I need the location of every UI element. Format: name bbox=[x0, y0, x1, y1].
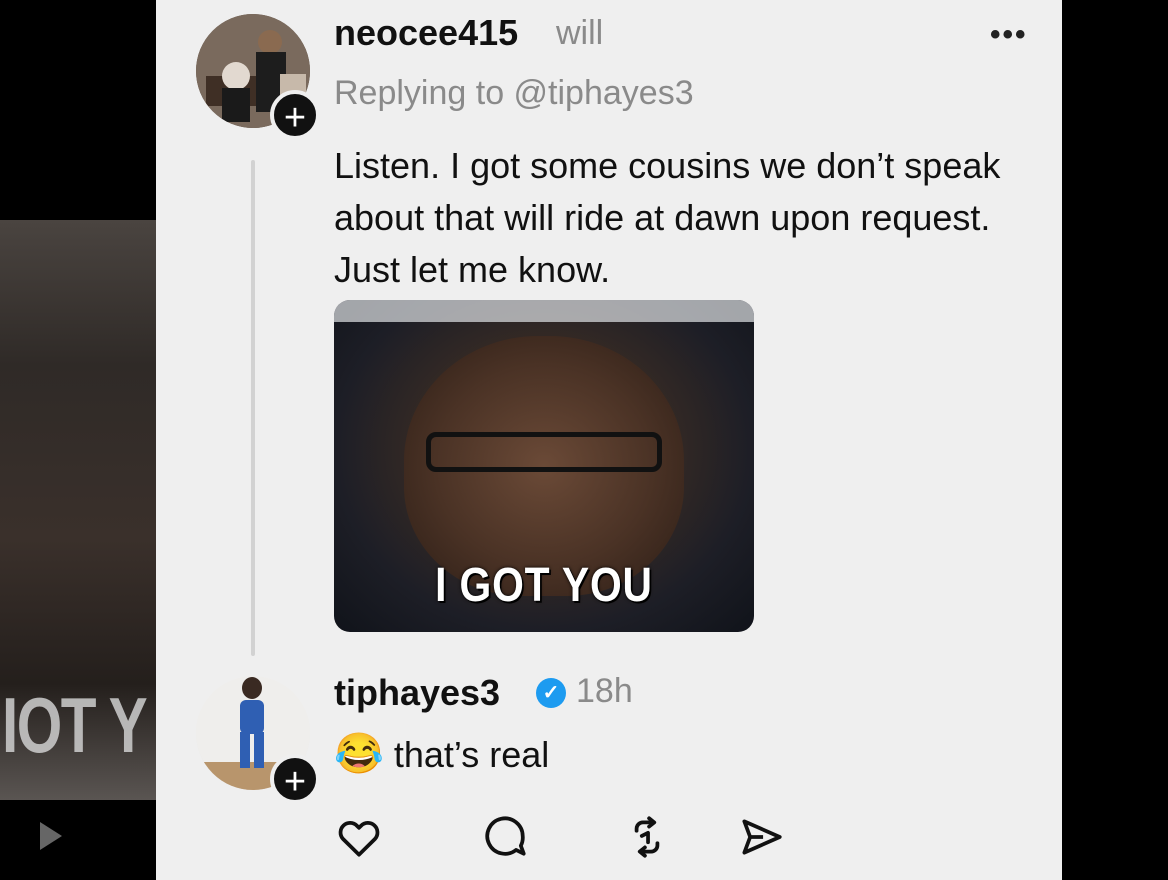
post-username[interactable]: neocee415 bbox=[334, 12, 518, 54]
follow-plus-icon[interactable]: + bbox=[270, 90, 320, 140]
follow-plus-icon[interactable]: + bbox=[270, 754, 320, 804]
blurred-caption-text: IOT Y bbox=[2, 681, 148, 769]
media-caption: I GOT YOU bbox=[435, 559, 653, 612]
share-icon[interactable] bbox=[736, 812, 786, 862]
media-glasses bbox=[426, 432, 662, 472]
verified-badge-icon: ✓ bbox=[536, 678, 566, 708]
repost-icon[interactable] bbox=[622, 812, 672, 862]
replying-to-label[interactable]: Replying to @tiphayes3 bbox=[334, 74, 694, 113]
reply-text: 😂 that’s real bbox=[334, 730, 549, 777]
media-ceiling-light bbox=[334, 300, 754, 322]
play-icon bbox=[40, 822, 62, 850]
heart-icon[interactable] bbox=[334, 812, 384, 862]
reply-username[interactable]: tiphayes3 bbox=[334, 672, 500, 714]
post-media-gif[interactable]: I GOT YOU bbox=[334, 300, 754, 632]
comment-icon[interactable] bbox=[480, 812, 530, 862]
laughing-emoji-icon: 😂 bbox=[334, 732, 384, 776]
post-meta: will bbox=[556, 14, 604, 52]
reply-timestamp: 18h bbox=[576, 672, 633, 710]
more-horizontal-icon[interactable]: ••• bbox=[990, 18, 1028, 52]
post-body-text: Listen. I got some cousins we don’t spea… bbox=[334, 145, 1001, 290]
reply-body: that’s real bbox=[393, 734, 550, 775]
thread-connector bbox=[251, 160, 255, 656]
